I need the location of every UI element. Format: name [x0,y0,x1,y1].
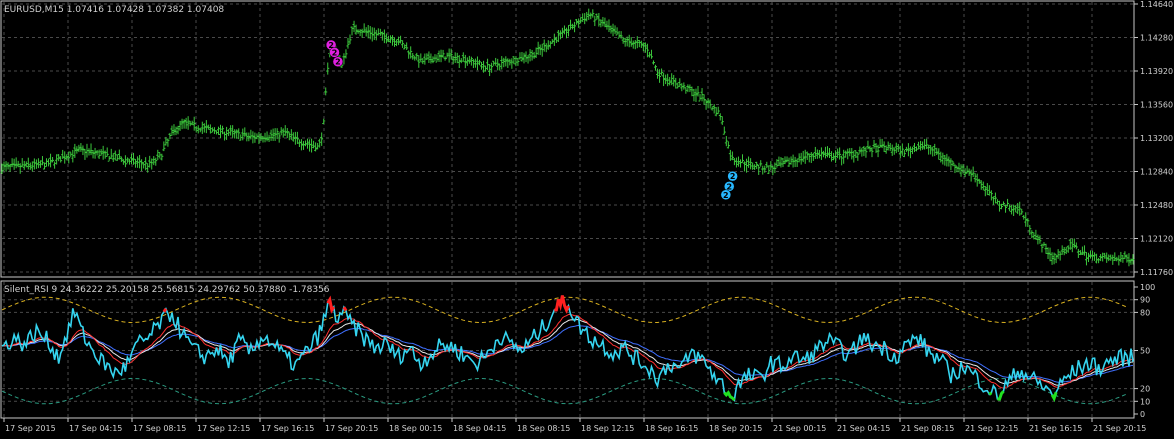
x-tick-label: 17 Sep 12:15 [197,424,250,433]
chart-background [0,0,1174,439]
x-tick-label: 21 Sep 20:15 [1093,424,1146,433]
x-tick-label: 17 Sep 16:15 [261,424,314,433]
price-chart-title: EURUSD,M15 1.07416 1.07428 1.07382 1.074… [4,5,224,15]
signal-marker-label: 2 [723,191,729,200]
y-tick-label: 50 [1140,347,1150,356]
x-tick-label: 17 Sep 04:15 [69,424,122,433]
oversold-highlight [988,391,993,396]
y-tick-label: 1.12120 [1140,235,1173,244]
overbought-highlight [162,307,168,313]
x-tick-label: 18 Sep 12:15 [581,424,634,433]
y-tick-label: 0 [1140,410,1145,419]
x-tick-label: 18 Sep 08:15 [517,424,570,433]
y-tick-label: 20 [1140,385,1150,394]
price-axis: 1.14640 1.14280 1.13920 1.13560 1.13200 1.128… [1134,0,1173,277]
x-tick-label: 18 Sep 00:15 [389,424,442,433]
y-tick-label: 1.12480 [1140,201,1173,210]
x-tick-label: 18 Sep 04:15 [453,424,506,433]
y-tick-label: 1.13920 [1140,67,1173,76]
y-tick-label: 90 [1140,296,1150,305]
signal-marker-label: 2 [335,58,341,67]
y-tick-label: 1.13200 [1140,134,1173,143]
overbought-highlight [342,306,348,312]
y-tick-label: 1.11760 [1140,268,1173,277]
x-tick-label: 21 Sep 08:15 [901,424,954,433]
y-tick-label: 80 [1140,308,1150,317]
x-tick-label: 18 Sep 16:15 [645,424,698,433]
y-tick-label: 100 [1140,283,1155,292]
x-tick-label: 17 Sep 20:15 [325,424,378,433]
x-tick-label: 21 Sep 16:15 [1029,424,1082,433]
x-tick-label: 17 Sep 08:15 [133,424,186,433]
x-tick-label: 21 Sep 04:15 [837,424,890,433]
x-tick-label: 18 Sep 20:15 [709,424,762,433]
y-tick-label: 1.14640 [1140,0,1173,9]
rsi-chart-title: Silent_RSI 9 24.36222 25.20158 25.56815 … [4,285,330,295]
x-tick-label: 17 Sep 2015 [5,424,56,433]
x-tick-label: 21 Sep 12:15 [965,424,1018,433]
trading-chart[interactable]: 222222 EURUSD,M15 1.07416 1.07428 1.0738… [0,0,1174,439]
x-tick-label: 21 Sep 00:15 [773,424,826,433]
y-tick-label: 1.12840 [1140,168,1173,177]
y-tick-label: 1.13560 [1140,101,1173,110]
signal-marker-label: 2 [730,172,736,181]
y-tick-label: 1.14280 [1140,34,1173,43]
signal-marker-label: 2 [332,48,338,57]
y-tick-label: 10 [1140,397,1150,406]
